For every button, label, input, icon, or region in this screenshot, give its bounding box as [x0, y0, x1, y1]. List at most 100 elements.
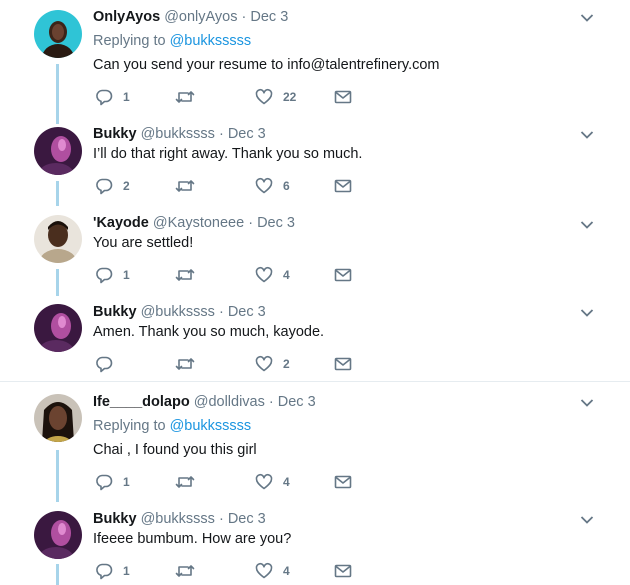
avatar[interactable] [34, 511, 82, 559]
tweet-date[interactable]: Dec 3 [278, 394, 316, 410]
tweet-header: Bukky @bukkssss · Dec 3 [93, 304, 266, 320]
thread-line [56, 269, 59, 296]
reply-count: 1 [123, 475, 130, 489]
heart-icon [255, 355, 273, 372]
tweet[interactable]: Bukky @bukkssss · Dec 3 Ifeeee bumbum. H… [0, 502, 630, 585]
dm-button[interactable] [334, 355, 354, 373]
display-name[interactable]: Bukky [93, 304, 137, 320]
retweet-button[interactable] [175, 88, 225, 106]
envelope-icon [334, 357, 352, 371]
tweet[interactable]: Ife____dolapo @dolldivas · Dec 3 Replyin… [0, 382, 630, 502]
user-handle[interactable]: @onlyAyos [164, 9, 237, 25]
reply-button[interactable]: 1 [95, 266, 145, 284]
tweet-date[interactable]: Dec 3 [257, 215, 295, 231]
like-count: 22 [283, 90, 297, 104]
user-handle[interactable]: @bukkssss [141, 511, 215, 527]
tweet-text: Amen. Thank you so much, kayode. [93, 324, 325, 340]
chevron-down-icon[interactable] [580, 308, 594, 318]
heart-icon [255, 177, 273, 194]
envelope-icon [334, 564, 352, 578]
retweet-button[interactable] [175, 355, 225, 373]
tweet-date[interactable]: Dec 3 [250, 9, 288, 25]
heart-icon [255, 473, 273, 490]
tweet[interactable]: Bukky @bukkssss · Dec 3 Amen. Thank you … [0, 295, 630, 381]
tweet-date[interactable]: Dec 3 [228, 304, 266, 320]
avatar[interactable] [34, 127, 82, 175]
avatar[interactable] [34, 304, 82, 352]
like-count: 2 [283, 357, 290, 371]
dm-button[interactable] [334, 88, 354, 106]
tweet-text: I’ll do that right away. Thank you so mu… [93, 146, 363, 162]
display-name[interactable]: 'Kayode [93, 215, 149, 231]
tweet-date[interactable]: Dec 3 [228, 511, 266, 527]
reply-button[interactable]: 2 [95, 177, 145, 195]
thread-line [56, 450, 59, 502]
avatar[interactable] [34, 394, 82, 442]
display-name[interactable]: Bukky [93, 511, 137, 527]
avatar-image [34, 394, 82, 442]
reply-button[interactable]: 1 [95, 473, 145, 491]
tweet-header: Bukky @bukkssss · Dec 3 [93, 126, 266, 142]
tweet-header: 'Kayode @Kaystoneee · Dec 3 [93, 215, 295, 231]
chevron-down-icon[interactable] [580, 220, 594, 230]
chevron-down-icon[interactable] [580, 130, 594, 140]
avatar[interactable] [34, 215, 82, 263]
avatar-image [34, 511, 82, 559]
tweet[interactable]: 'Kayode @Kaystoneee · Dec 3 You are sett… [0, 205, 630, 296]
separator: · [237, 9, 251, 25]
retweet-button[interactable] [175, 562, 225, 580]
retweet-icon [175, 269, 195, 281]
dm-button[interactable] [334, 562, 354, 580]
tweet[interactable]: OnlyAyos @onlyAyos · Dec 3 Replying to @… [0, 0, 630, 124]
reply-button[interactable] [95, 355, 145, 373]
like-button[interactable]: 2 [255, 355, 310, 373]
like-count: 4 [283, 268, 290, 282]
replying-to-link[interactable]: @bukksssss [170, 418, 252, 434]
user-handle[interactable]: @Kaystoneee [153, 215, 244, 231]
retweet-button[interactable] [175, 473, 225, 491]
reply-icon [96, 563, 113, 580]
like-button[interactable]: 22 [255, 88, 310, 106]
reply-count: 1 [123, 268, 130, 282]
retweet-button[interactable] [175, 266, 225, 284]
retweet-icon [175, 358, 195, 370]
chevron-down-icon[interactable] [580, 13, 594, 23]
retweet-button[interactable] [175, 177, 225, 195]
replying-to-link[interactable]: @bukksssss [170, 33, 252, 49]
tweet[interactable]: Bukky @bukkssss · Dec 3 I’ll do that rig… [0, 115, 630, 206]
tweet-text: Can you send your resume to info@talentr… [93, 57, 440, 73]
avatar-image [34, 304, 82, 352]
tweet-text: Chai , I found you this girl [93, 442, 257, 458]
dm-button[interactable] [334, 177, 354, 195]
like-button[interactable]: 4 [255, 473, 310, 491]
avatar[interactable] [34, 10, 82, 58]
user-handle[interactable]: @bukkssss [141, 126, 215, 142]
tweet-text: You are settled! [93, 235, 194, 251]
chevron-down-icon[interactable] [580, 515, 594, 525]
display-name[interactable]: OnlyAyos [93, 9, 160, 25]
chevron-down-icon[interactable] [580, 398, 594, 408]
replying-to: Replying to @bukksssss [93, 33, 251, 49]
tweet-text: Ifeeee bumbum. How are you? [93, 531, 292, 547]
avatar-image [34, 127, 82, 175]
envelope-icon [334, 268, 352, 282]
separator: · [244, 215, 258, 231]
user-handle[interactable]: @bukkssss [141, 304, 215, 320]
display-name[interactable]: Ife____dolapo [93, 394, 190, 410]
like-count: 6 [283, 179, 290, 193]
retweet-icon [175, 565, 195, 577]
retweet-icon [175, 476, 195, 488]
dm-button[interactable] [334, 266, 354, 284]
dm-button[interactable] [334, 473, 354, 491]
tweet-date[interactable]: Dec 3 [228, 126, 266, 142]
user-handle[interactable]: @dolldivas [194, 394, 265, 410]
like-button[interactable]: 4 [255, 562, 310, 580]
like-button[interactable]: 6 [255, 177, 310, 195]
like-button[interactable]: 4 [255, 266, 310, 284]
heart-icon [255, 562, 273, 579]
display-name[interactable]: Bukky [93, 126, 137, 142]
reply-button[interactable]: 1 [95, 562, 145, 580]
separator: · [264, 394, 278, 410]
reply-count: 1 [123, 90, 130, 104]
reply-button[interactable]: 1 [95, 88, 145, 106]
